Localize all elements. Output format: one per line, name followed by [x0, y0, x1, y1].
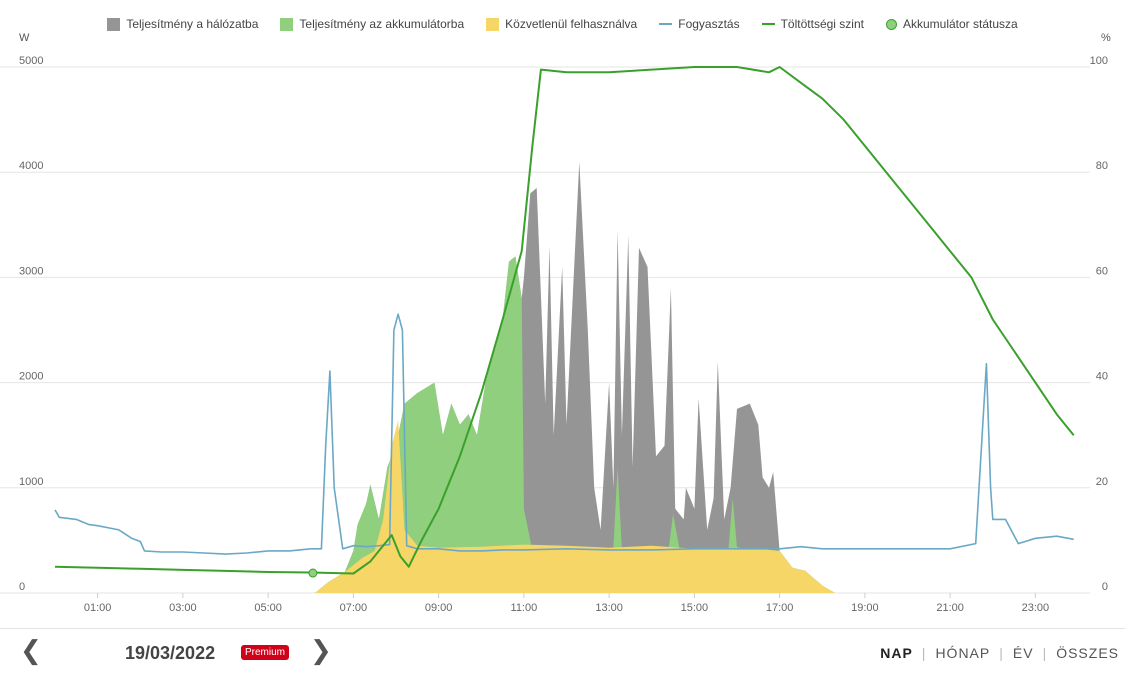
- period-day-tab[interactable]: NAP: [880, 645, 913, 661]
- y-left-tick-label: 5000: [19, 55, 43, 67]
- battery-status-marker: [308, 568, 318, 578]
- x-tick-label: 07:00: [340, 602, 368, 614]
- x-tick-label: 17:00: [766, 602, 794, 614]
- period-year-tab[interactable]: ÉV: [1013, 645, 1034, 661]
- y-left-tick-label: 1000: [19, 476, 43, 488]
- period-separator: |: [921, 645, 927, 661]
- premium-badge: Premium: [241, 645, 290, 660]
- period-all-tab[interactable]: ÖSSZES: [1056, 645, 1119, 661]
- y-right-tick-label: 40: [1096, 371, 1108, 383]
- y-right-tick-label: 60: [1096, 265, 1108, 277]
- y-left-tick-label: 2000: [19, 371, 43, 383]
- y-right-tick-label: 80: [1096, 160, 1108, 172]
- x-tick-label: 11:00: [511, 602, 538, 614]
- x-tick-label: 13:00: [595, 602, 623, 614]
- x-tick-label: 19:00: [851, 602, 879, 614]
- chevron-right-icon[interactable]: ❯: [310, 637, 332, 663]
- y-left-tick-label: 0: [19, 581, 25, 593]
- period-separator: |: [999, 645, 1004, 661]
- x-tick-label: 05:00: [254, 602, 282, 614]
- y-right-tick-label: 0: [1102, 581, 1108, 593]
- y-right-tick-label: 100: [1090, 55, 1108, 67]
- period-selector: NAP | HÓNAP | ÉV | ÖSSZES: [880, 645, 1119, 661]
- x-tick-label: 21:00: [936, 602, 964, 614]
- energy-chart: 0 1000 2000 3000 4000 5000 0 20 40 60 80 100 01:00 03…: [0, 55, 1108, 614]
- x-tick-label: 15:00: [681, 602, 709, 614]
- current-date: 19/03/2022: [125, 643, 216, 663]
- period-month-tab[interactable]: HÓNAP: [935, 645, 990, 661]
- x-tick-label: 03:00: [169, 602, 197, 614]
- y-right-tick-label: 20: [1096, 476, 1108, 488]
- date-navigation-bar: ❮ 19/03/2022 Premium ❯ NAP | HÓNAP | ÉV …: [0, 628, 1125, 673]
- y-left-tick-label: 4000: [19, 160, 43, 172]
- period-separator: |: [1042, 645, 1048, 661]
- chevron-left-icon[interactable]: ❮: [20, 637, 42, 663]
- x-tick-label: 23:00: [1022, 602, 1050, 614]
- x-tick-label: 01:00: [84, 602, 112, 614]
- y-left-tick-label: 3000: [19, 265, 43, 277]
- x-tick-label: 09:00: [425, 602, 453, 614]
